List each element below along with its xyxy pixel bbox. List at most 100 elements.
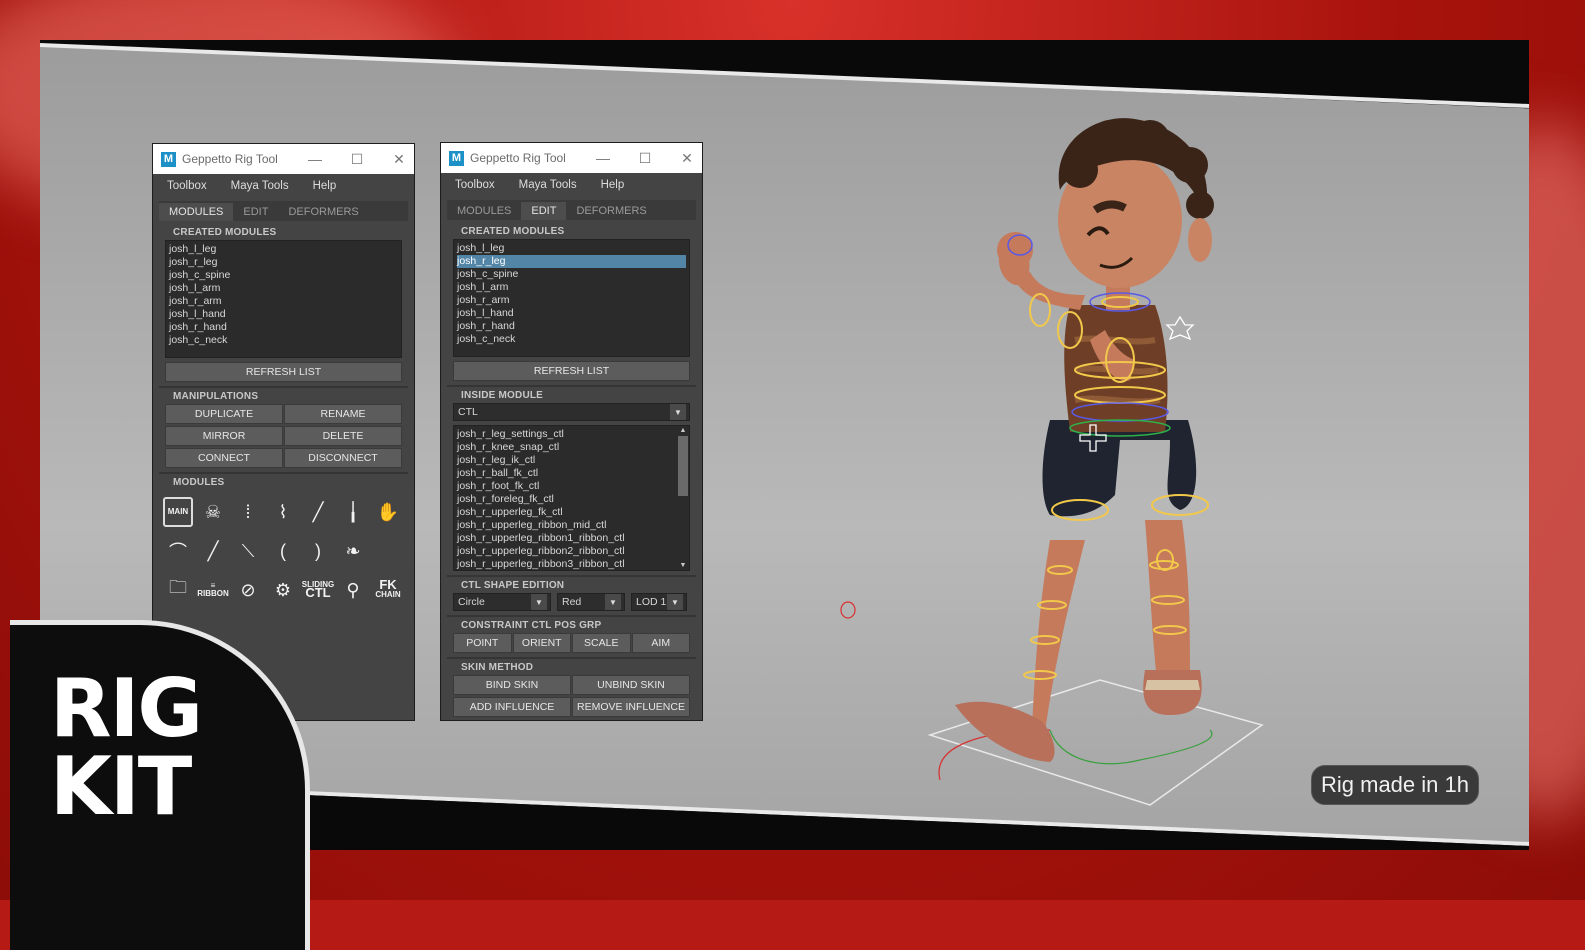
unbind-skin-button[interactable]: UNBIND SKIN	[572, 675, 690, 695]
ribbon-icon[interactable]: ≡ RIBBON	[196, 571, 230, 609]
list-item[interactable]: josh_r_arm	[457, 294, 686, 307]
menu-help[interactable]: Help	[313, 180, 337, 192]
sliding-ctl-icon[interactable]: SLIDING CTL	[301, 571, 335, 609]
menu-maya-tools[interactable]: Maya Tools	[519, 179, 577, 191]
folder-icon[interactable]: 🗀	[161, 571, 195, 609]
lod-dropdown[interactable]: LOD 1 ▼	[631, 593, 687, 611]
skull-icon[interactable]: ☠	[196, 493, 230, 531]
list-item[interactable]: josh_r_upperleg_fk_ctl	[457, 506, 673, 519]
created-modules-label: CREATED MODULES	[461, 226, 565, 237]
tail-icon[interactable]: ⌒	[161, 532, 195, 570]
manipulations-label: MANIPULATIONS	[173, 391, 259, 402]
bind-skin-button[interactable]: BIND SKIN	[453, 675, 571, 695]
minimize-icon[interactable]: —	[308, 151, 322, 167]
list-item[interactable]: josh_l_arm	[169, 282, 398, 295]
hand-icon[interactable]: ✋	[371, 493, 405, 531]
created-modules-list[interactable]: josh_l_leg josh_r_leg josh_c_spine josh_…	[453, 239, 690, 357]
tab-edit[interactable]: EDIT	[233, 203, 278, 221]
chevron-down-icon: ▼	[667, 594, 683, 610]
tab-edit[interactable]: EDIT	[521, 202, 567, 220]
spine-icon[interactable]: ⁞	[231, 493, 265, 531]
list-item[interactable]: josh_r_hand	[169, 321, 398, 334]
list-item[interactable]: josh_l_arm	[457, 281, 686, 294]
list-item[interactable]: josh_l_hand	[169, 308, 398, 321]
list-item[interactable]: josh_l_leg	[457, 242, 686, 255]
list-item[interactable]: josh_r_foot_fk_ctl	[457, 480, 673, 493]
title-bar[interactable]: M Geppetto Rig Tool — ☐ ✕	[153, 144, 414, 174]
close-icon[interactable]: ✕	[392, 151, 406, 168]
maximize-icon[interactable]: ☐	[638, 150, 652, 167]
right-window: M Geppetto Rig Tool — ☐ ✕ Toolbox Maya T…	[440, 142, 703, 721]
tab-deformers[interactable]: DEFORMERS	[278, 203, 368, 221]
curve-icon[interactable]: (	[266, 532, 300, 570]
list-item[interactable]: josh_r_upperleg_ribbon3_ribbon_ctl	[457, 558, 673, 570]
created-modules-label: CREATED MODULES	[173, 227, 277, 238]
maya-logo-icon: M	[161, 151, 176, 167]
title-bar[interactable]: M Geppetto Rig Tool — ☐ ✕	[441, 143, 702, 173]
neck-icon[interactable]: ⌇	[266, 493, 300, 531]
chevron-down-icon: ▼	[605, 594, 621, 610]
list-item[interactable]: josh_r_leg_settings_ctl	[457, 428, 673, 441]
list-item[interactable]: josh_r_leg	[169, 256, 398, 269]
list-item[interactable]: josh_r_arm	[169, 295, 398, 308]
controls-list[interactable]: josh_r_leg_settings_ctl josh_r_knee_snap…	[453, 425, 690, 571]
list-item[interactable]: josh_r_ball_fk_ctl	[457, 467, 673, 480]
muscle-icon[interactable]: ⊘	[231, 571, 265, 609]
chain-curve-icon[interactable]: )	[301, 532, 335, 570]
magnifier-icon[interactable]: ⚲	[336, 571, 370, 609]
shape-dropdown[interactable]: Circle ▼	[453, 593, 551, 611]
menu-toolbox[interactable]: Toolbox	[167, 180, 207, 192]
list-item[interactable]: josh_c_spine	[169, 269, 398, 282]
delete-button[interactable]: DELETE	[284, 426, 402, 446]
list-item[interactable]: josh_c_neck	[169, 334, 398, 347]
wheel-icon[interactable]: ⚙	[266, 571, 300, 609]
add-influence-button[interactable]: ADD INFLUENCE	[453, 697, 571, 717]
maya-logo-icon: M	[449, 150, 464, 166]
limb-icon[interactable]: ⟍	[231, 532, 265, 570]
wing-icon[interactable]: ❧	[336, 532, 370, 570]
aim-button[interactable]: AIM	[631, 633, 690, 653]
list-item[interactable]: josh_r_upperleg_ribbon_mid_ctl	[457, 519, 673, 532]
scale-button[interactable]: SCALE	[572, 633, 631, 653]
list-item[interactable]: josh_l_leg	[169, 243, 398, 256]
refresh-list-button[interactable]: REFRESH LIST	[453, 361, 690, 381]
list-item[interactable]: josh_l_hand	[457, 307, 686, 320]
orient-button[interactable]: ORIENT	[512, 633, 571, 653]
created-modules-list[interactable]: josh_l_leg josh_r_leg josh_c_spine josh_…	[165, 240, 402, 358]
arm-icon[interactable]: ╱	[301, 493, 335, 531]
tab-deformers[interactable]: DEFORMERS	[566, 202, 656, 220]
list-item[interactable]: josh_c_spine	[457, 268, 686, 281]
tab-modules[interactable]: MODULES	[447, 202, 521, 220]
list-item[interactable]: josh_r_hand	[457, 320, 686, 333]
list-item[interactable]: josh_r_leg_ik_ctl	[457, 454, 673, 467]
tab-modules[interactable]: MODULES	[159, 203, 234, 221]
close-icon[interactable]: ✕	[680, 150, 694, 167]
menu-help[interactable]: Help	[601, 179, 625, 191]
list-item[interactable]: josh_r_knee_snap_ctl	[457, 441, 673, 454]
list-item-selected[interactable]: josh_r_leg	[457, 255, 686, 268]
maximize-icon[interactable]: ☐	[350, 151, 364, 168]
controls-scrollbar[interactable]: ▲ ▼	[678, 427, 688, 569]
menu-toolbox[interactable]: Toolbox	[455, 179, 495, 191]
bone-icon[interactable]: ╱	[196, 532, 230, 570]
list-item[interactable]: josh_r_foreleg_fk_ctl	[457, 493, 673, 506]
mirror-button[interactable]: MIRROR	[165, 426, 283, 446]
list-item[interactable]: josh_r_upperleg_ribbon1_ribbon_ctl	[457, 532, 673, 545]
remove-influence-button[interactable]: REMOVE INFLUENCE	[572, 697, 690, 717]
fk-chain-icon[interactable]: FK CHAIN	[371, 571, 405, 609]
duplicate-button[interactable]: DUPLICATE	[165, 404, 283, 424]
rename-button[interactable]: RENAME	[284, 404, 402, 424]
connect-button[interactable]: CONNECT	[165, 448, 283, 468]
inside-module-dropdown[interactable]: CTL ▼	[453, 403, 690, 421]
minimize-icon[interactable]: —	[596, 150, 610, 166]
point-button[interactable]: POINT	[453, 633, 512, 653]
tab-bar: MODULES EDIT DEFORMERS	[159, 201, 408, 221]
list-item[interactable]: josh_c_neck	[457, 333, 686, 346]
leg-icon[interactable]: ╽	[336, 493, 370, 531]
refresh-list-button[interactable]: REFRESH LIST	[165, 362, 402, 382]
main-module-icon[interactable]: MAIN	[161, 493, 195, 531]
color-dropdown[interactable]: Red ▼	[557, 593, 625, 611]
menu-maya-tools[interactable]: Maya Tools	[231, 180, 289, 192]
disconnect-button[interactable]: DISCONNECT	[284, 448, 402, 468]
list-item[interactable]: josh_r_upperleg_ribbon2_ribbon_ctl	[457, 545, 673, 558]
